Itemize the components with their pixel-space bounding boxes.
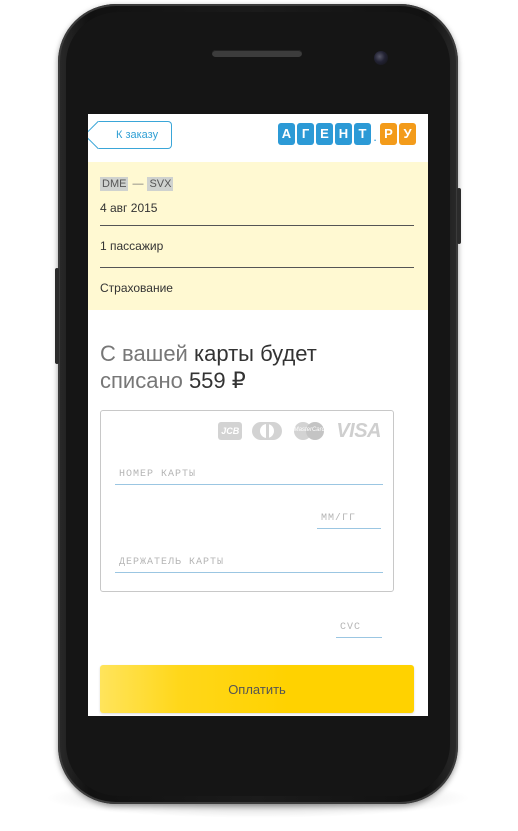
card-form: JCB MasterCard VISA	[100, 410, 394, 592]
volume-button	[55, 268, 59, 364]
flight-date: 4 авг 2015	[100, 201, 158, 215]
pay-button[interactable]: Оплатить	[100, 665, 414, 713]
passenger-count: 1 пассажир	[100, 239, 164, 253]
origin-code: DME	[100, 177, 129, 191]
cvc-input[interactable]	[336, 618, 382, 638]
back-button-label: К заказу	[116, 129, 159, 141]
route-separator: —	[132, 178, 144, 190]
logo-letter: Р	[380, 123, 397, 145]
logo-letter: Т	[354, 123, 371, 145]
card-number-input[interactable]	[115, 465, 383, 485]
logo-letter: Г	[297, 123, 314, 145]
agent-ru-logo[interactable]: А Г Е Н Т . Р У	[276, 123, 416, 145]
top-bar: К заказу А Г Е Н Т . Р У	[88, 114, 428, 162]
logo-letter: Н	[335, 123, 352, 145]
title-part: С вашей	[100, 341, 194, 366]
logo-dot: .	[373, 129, 377, 144]
charge-amount-title: С вашей карты будет списано 559 ₽	[100, 340, 420, 394]
expiry-input[interactable]	[317, 509, 381, 529]
visa-icon: VISA	[336, 419, 381, 442]
mastercard-icon: MasterCard	[292, 422, 326, 440]
logo-letter: А	[278, 123, 295, 145]
logo-letter: У	[399, 123, 416, 145]
charge-amount: 559 ₽	[188, 368, 246, 393]
title-part: списано	[100, 368, 189, 393]
logo-letter: Е	[316, 123, 333, 145]
back-arrow-icon	[88, 120, 113, 150]
divider	[100, 267, 414, 268]
title-part: карты будет	[193, 341, 317, 366]
destination-code: SVX	[147, 177, 174, 191]
jcb-icon: JCB	[218, 422, 243, 440]
divider	[100, 225, 414, 226]
front-camera	[374, 51, 388, 65]
back-to-order-button[interactable]: К заказу	[88, 120, 172, 150]
order-summary: DME — SVX 4 авг 2015 1 пассажир Страхова…	[88, 162, 428, 310]
route: DME — SVX	[100, 177, 174, 191]
diners-club-icon	[252, 422, 283, 440]
insurance-label: Страхование	[100, 281, 173, 295]
card-holder-input[interactable]	[115, 553, 383, 573]
card-brands: JCB MasterCard VISA	[208, 419, 381, 442]
power-button	[457, 188, 461, 244]
app-screen: К заказу А Г Е Н Т . Р У DME — SVX 4 авг…	[88, 114, 428, 716]
earpiece-speaker	[212, 50, 302, 57]
